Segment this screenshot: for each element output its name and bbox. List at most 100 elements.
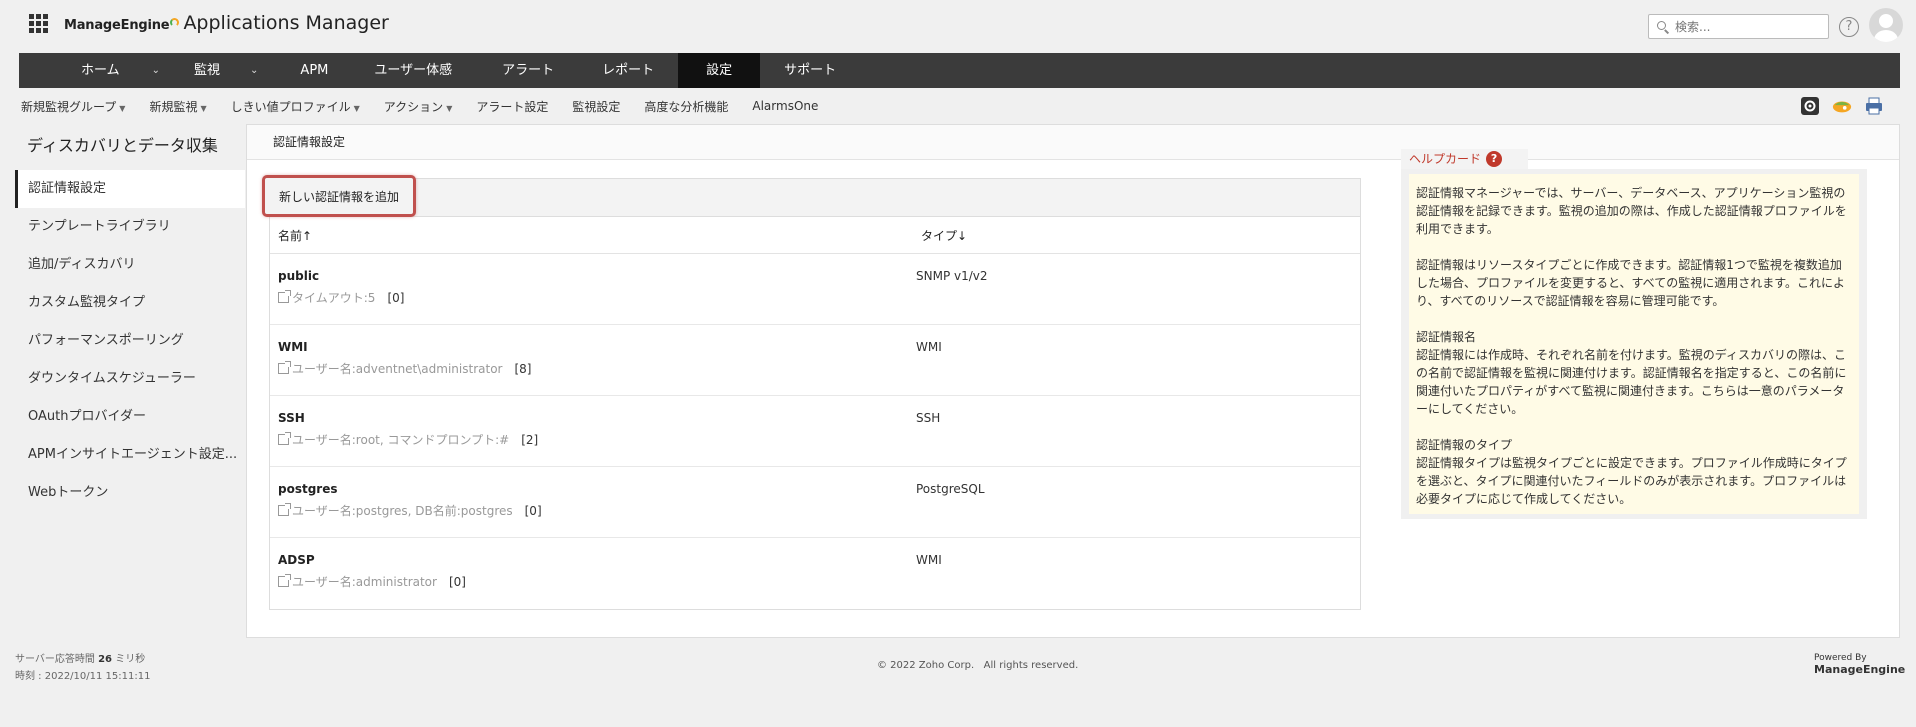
sidebar-item-performance-polling[interactable]: パフォーマンスポーリング	[15, 322, 245, 360]
sidebar-item-oauth-provider[interactable]: OAuthプロバイダー	[15, 398, 245, 436]
nav-user-experience-label: ユーザー体感	[374, 63, 453, 78]
table-row: public タイムアウト:5 [0] SNMP v1/v2	[270, 254, 1360, 325]
external-link-icon[interactable]	[278, 290, 291, 303]
help-card-tab: ヘルプカード ?	[1401, 149, 1529, 169]
settings-gear-icon[interactable]	[1800, 96, 1820, 116]
credential-name[interactable]: WMI	[278, 340, 916, 354]
main-nav: ホーム ⌄ 監視 ⌄ APM ユーザー体感 アラート レポート 設定 サポート	[19, 53, 1900, 88]
response-time-label: サーバー応答時間	[15, 654, 95, 665]
table-row: WMI ユーザー名:adventnet\administrator [8] WMI	[270, 325, 1360, 396]
table-row: ADSP ユーザー名:administrator [0] WMI	[270, 538, 1360, 609]
nav-apm[interactable]: APM	[278, 53, 350, 88]
subnav-advanced-analytics-label: 高度な分析機能	[644, 99, 729, 114]
subnav-actions[interactable]: アクション ▼	[384, 98, 453, 115]
user-avatar[interactable]	[1869, 8, 1903, 42]
nav-user-experience[interactable]: ユーザー体感	[350, 53, 480, 88]
credential-type: WMI	[916, 553, 942, 567]
help-card-body: 認証情報マネージャーでは、サーバー、データベース、アプリケーション監視の認証情報…	[1401, 169, 1867, 519]
credential-type: SSH	[916, 411, 941, 425]
nav-support[interactable]: サポート	[760, 53, 856, 88]
add-credential-button[interactable]: 新しい認証情報を追加	[262, 175, 417, 217]
chevron-down-icon[interactable]: ⌄	[152, 53, 160, 88]
nav-monitor-label: 監視	[194, 63, 221, 78]
subnav-monitor-settings[interactable]: 監視設定	[572, 98, 620, 115]
column-header-type[interactable]: タイプ↓	[921, 227, 967, 244]
credential-name[interactable]: postgres	[278, 482, 916, 496]
table-row: SSH ユーザー名:root, コマンドプロンプト:# [2] SSH	[270, 396, 1360, 467]
credential-count: [2]	[521, 432, 539, 447]
help-card-content: 認証情報マネージャーでは、サーバー、データベース、アプリケーション監視の認証情報…	[1409, 174, 1859, 514]
help-card-title: ヘルプカード	[1409, 152, 1482, 166]
search-box[interactable]	[1648, 14, 1829, 39]
nav-reports-label: レポート	[602, 63, 655, 78]
powered-by-brand: ManageEngine	[1814, 663, 1906, 676]
subnav-new-monitor[interactable]: 新規監視 ▼	[149, 98, 206, 115]
nav-home[interactable]: ホーム ⌄	[19, 53, 180, 88]
credential-name[interactable]: public	[278, 269, 916, 283]
top-header: ManageEngine Applications Manager ?	[0, 0, 1916, 52]
sidebar-item-apm-insight-agent[interactable]: APMインサイトエージェント設定...	[15, 436, 245, 474]
column-header-name[interactable]: 名前↑	[270, 227, 921, 244]
nav-monitor[interactable]: 監視 ⌄	[180, 53, 278, 88]
subnav-advanced-analytics[interactable]: 高度な分析機能	[644, 98, 728, 115]
credential-meta: ユーザー名:postgres, DB名前:postgres	[292, 504, 513, 518]
caret-down-icon: ▼	[353, 103, 360, 113]
credential-name[interactable]: SSH	[278, 411, 916, 425]
app-grid-icon[interactable]	[29, 14, 48, 33]
response-time-unit: ミリ秒	[115, 654, 146, 665]
external-link-icon[interactable]	[278, 503, 291, 516]
credential-count: [0]	[387, 290, 405, 305]
nav-support-label: サポート	[784, 63, 837, 78]
external-link-icon[interactable]	[278, 574, 291, 587]
external-link-icon[interactable]	[278, 361, 291, 374]
nav-apm-label: APM	[300, 63, 329, 78]
credential-count: [0]	[524, 503, 542, 518]
credential-meta: ユーザー名:root, コマンドプロンプト:#	[292, 433, 510, 447]
help-icon[interactable]: ?	[1839, 17, 1859, 37]
print-icon[interactable]	[1864, 96, 1884, 116]
subnav-new-monitor-group[interactable]: 新規監視グループ ▼	[21, 98, 125, 115]
subnav-alarmsone-label: AlarmsOne	[752, 99, 819, 113]
credential-name[interactable]: ADSP	[278, 553, 916, 567]
credential-count: [0]	[448, 574, 466, 589]
sidebar-item-custom-monitor-type[interactable]: カスタム監視タイプ	[15, 284, 245, 322]
help-paragraph: 認証情報マネージャーでは、サーバー、データベース、アプリケーション監視の認証情報…	[1416, 186, 1847, 236]
content-panel: 認証情報設定 新しい認証情報を追加 名前↑ タイプ↓ public タイムアウト…	[246, 124, 1900, 638]
sidebar-title: ディスカバリとデータ収集	[27, 136, 218, 155]
footer-server-info: サーバー応答時間 26 ミリ秒 時刻 : 2022/10/11 15:11:11	[15, 651, 150, 685]
search-icon	[1657, 20, 1669, 33]
app-logo[interactable]: ManageEngine Applications Manager	[64, 12, 389, 34]
server-time: 時刻 : 2022/10/11 15:11:11	[15, 671, 151, 682]
help-paragraph: 認証情報名 認証情報には作成時、それぞれ名前を付けます。監視のディスカバリの際は…	[1416, 330, 1847, 416]
external-link-icon[interactable]	[278, 432, 291, 445]
nav-reports[interactable]: レポート	[590, 53, 678, 88]
sub-nav: 新規監視グループ ▼ 新規監視 ▼ しきい値プロファイル ▼ アクション ▼ アラート設…	[21, 96, 842, 116]
chevron-down-icon[interactable]: ⌄	[250, 53, 258, 88]
nav-home-label: ホーム	[81, 63, 120, 78]
nav-alerts[interactable]: アラート	[480, 53, 590, 88]
search-input[interactable]	[1675, 19, 1815, 34]
sidebar: ディスカバリとデータ収集 認証情報設定 テンプレートライブラリ 追加/ディスカバ…	[15, 124, 245, 512]
sidebar-item-downtime-scheduler[interactable]: ダウンタイムスケジューラー	[15, 360, 245, 398]
credential-type: WMI	[916, 340, 942, 354]
copyright: © 2022 Zoho Corp. All rights reserved.	[877, 660, 1079, 671]
help-paragraph: 認証情報はリソースタイプごとに作成できます。認証情報1つで監視を複数追加した場合…	[1416, 258, 1846, 308]
theme-palette-icon[interactable]	[1832, 96, 1852, 116]
subnav-new-monitor-label: 新規監視	[149, 99, 198, 114]
caret-down-icon: ▼	[119, 103, 126, 113]
sidebar-item-template-library[interactable]: テンプレートライブラリ	[15, 208, 245, 246]
subnav-actions-label: アクション	[383, 99, 444, 114]
subnav-monitor-settings-label: 監視設定	[572, 99, 621, 114]
subnav-alarmsone[interactable]: AlarmsOne	[752, 99, 818, 113]
subnav-threshold-profile[interactable]: しきい値プロファイル ▼	[231, 98, 360, 115]
sidebar-item-add-discovery[interactable]: 追加/ディスカバリ	[15, 246, 245, 284]
question-icon: ?	[1486, 151, 1503, 167]
table-header: 名前↑ タイプ↓	[270, 217, 1360, 254]
sidebar-item-web-token[interactable]: Webトークン	[15, 474, 245, 512]
nav-alerts-label: アラート	[502, 63, 555, 78]
credential-count: [8]	[514, 361, 532, 376]
powered-by-logo[interactable]: Powered By ManageEngine	[1814, 653, 1905, 675]
subnav-alert-settings[interactable]: アラート設定	[476, 98, 548, 115]
sidebar-item-credential-settings[interactable]: 認証情報設定	[15, 170, 245, 208]
nav-settings[interactable]: 設定	[678, 53, 761, 88]
